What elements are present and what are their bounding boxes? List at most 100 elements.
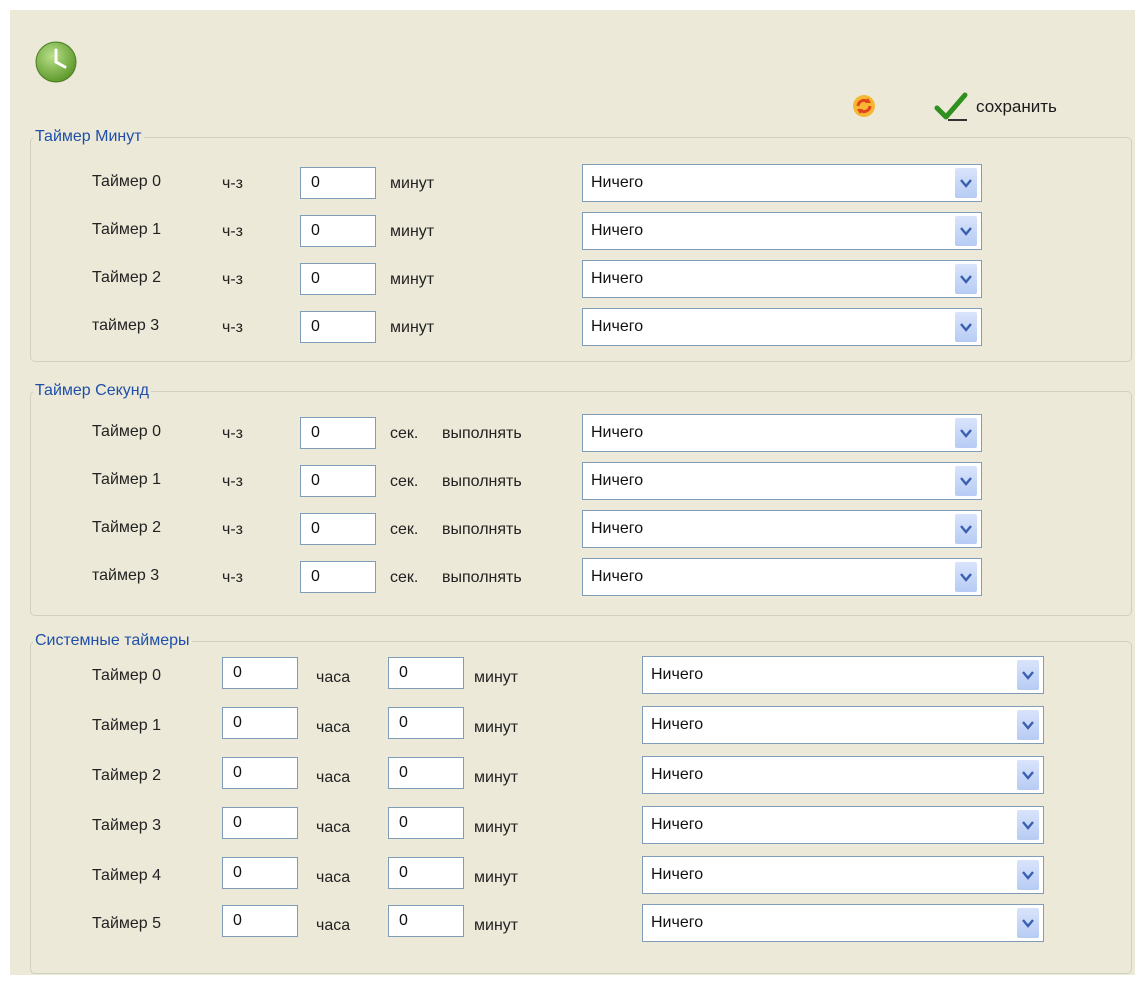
dropdown-value: Ничего (651, 866, 704, 883)
execute-label: выполнять (442, 473, 522, 490)
system-group-legend: Системные таймеры (35, 632, 190, 649)
action-select[interactable]: Ничего (582, 414, 982, 452)
timer-name-label: Таймер 5 (92, 915, 162, 932)
dropdown-arrow-button[interactable] (1017, 860, 1039, 890)
every-label: ч-з (222, 271, 243, 288)
chevron-down-icon (1022, 919, 1034, 928)
action-select[interactable]: Ничего (582, 558, 982, 596)
seconds-value-input[interactable] (300, 513, 376, 545)
dropdown-value: Ничего (591, 520, 644, 537)
dropdown-value: Ничего (591, 270, 644, 287)
dropdown-arrow-button[interactable] (1017, 660, 1039, 690)
execute-label: выполнять (442, 425, 522, 442)
minutes-value-input[interactable] (388, 657, 464, 689)
unit-label: сек. (390, 425, 419, 442)
action-select[interactable]: Ничего (582, 462, 982, 500)
chevron-down-icon (960, 573, 972, 582)
action-select[interactable]: Ничего (582, 164, 982, 202)
minutes-unit-label: минут (474, 769, 519, 786)
dropdown-arrow-button[interactable] (955, 216, 977, 246)
minutes-value-input[interactable] (388, 807, 464, 839)
dropdown-arrow-button[interactable] (955, 168, 977, 198)
unit-label: сек. (390, 569, 419, 586)
action-select[interactable]: Ничего (642, 904, 1044, 942)
execute-label: выполнять (442, 521, 522, 538)
hours-value-input[interactable] (222, 707, 298, 739)
refresh-button[interactable] (850, 92, 878, 120)
seconds-value-input[interactable] (300, 417, 376, 449)
dropdown-value: Ничего (591, 472, 644, 489)
dropdown-arrow-button[interactable] (955, 466, 977, 496)
dropdown-arrow-button[interactable] (955, 514, 977, 544)
settings-panel: сохранить Таймер Минут Таймер Секунд Сис… (10, 10, 1135, 975)
minutes-value-input[interactable] (388, 857, 464, 889)
dropdown-arrow-button[interactable] (955, 562, 977, 592)
every-label: ч-з (222, 175, 243, 192)
action-select[interactable]: Ничего (582, 260, 982, 298)
chevron-down-icon (960, 227, 972, 236)
hours-unit-label: часа (316, 819, 351, 836)
dropdown-value: Ничего (651, 766, 704, 783)
dropdown-value: Ничего (591, 222, 644, 239)
dropdown-arrow-button[interactable] (955, 264, 977, 294)
hours-unit-label: часа (316, 769, 351, 786)
minutes-value-input[interactable] (300, 167, 376, 199)
unit-label: минут (390, 175, 435, 192)
action-select[interactable]: Ничего (582, 308, 982, 346)
dropdown-arrow-button[interactable] (1017, 908, 1039, 938)
dropdown-value: Ничего (591, 318, 644, 335)
seconds-group-legend: Таймер Секунд (35, 382, 149, 399)
seconds-value-input[interactable] (300, 465, 376, 497)
save-label: сохранить (976, 97, 1057, 116)
hours-value-input[interactable] (222, 757, 298, 789)
unit-label: минут (390, 271, 435, 288)
unit-label: минут (390, 223, 435, 240)
dropdown-value: Ничего (651, 716, 704, 733)
chevron-down-icon (960, 525, 972, 534)
minutes-unit-label: минут (474, 917, 519, 934)
dropdown-value: Ничего (591, 174, 644, 191)
action-select[interactable]: Ничего (582, 510, 982, 548)
action-select[interactable]: Ничего (642, 706, 1044, 744)
timer-name-label: Таймер 2 (92, 519, 162, 536)
checkmark-icon (934, 92, 968, 121)
execute-label: выполнять (442, 569, 522, 586)
hours-value-input[interactable] (222, 905, 298, 937)
minutes-unit-label: минут (474, 869, 519, 886)
timer-name-label: Таймер 0 (92, 423, 162, 440)
minutes-value-input[interactable] (300, 215, 376, 247)
dropdown-arrow-button[interactable] (955, 418, 977, 448)
seconds-value-input[interactable] (300, 561, 376, 593)
hours-value-input[interactable] (222, 657, 298, 689)
action-select[interactable]: Ничего (642, 856, 1044, 894)
action-select[interactable]: Ничего (582, 212, 982, 250)
dropdown-arrow-button[interactable] (1017, 760, 1039, 790)
every-label: ч-з (222, 425, 243, 442)
minutes-unit-label: минут (474, 719, 519, 736)
minutes-value-input[interactable] (300, 263, 376, 295)
hours-value-input[interactable] (222, 857, 298, 889)
minutes-unit-label: минут (474, 669, 519, 686)
clock-icon (34, 40, 78, 84)
minutes-value-input[interactable] (388, 707, 464, 739)
dropdown-arrow-button[interactable] (1017, 810, 1039, 840)
timer-name-label: Таймер 1 (92, 471, 162, 488)
minutes-value-input[interactable] (388, 905, 464, 937)
timer-name-label: Таймер 3 (92, 817, 162, 834)
hours-unit-label: часа (316, 719, 351, 736)
every-label: ч-з (222, 473, 243, 490)
hours-value-input[interactable] (222, 807, 298, 839)
timer-name-label: Таймер 1 (92, 221, 162, 238)
action-select[interactable]: Ничего (642, 656, 1044, 694)
action-select[interactable]: Ничего (642, 756, 1044, 794)
every-label: ч-з (222, 319, 243, 336)
timer-name-label: Таймер 2 (92, 767, 162, 784)
minutes-value-input[interactable] (300, 311, 376, 343)
action-select[interactable]: Ничего (642, 806, 1044, 844)
dropdown-arrow-button[interactable] (955, 312, 977, 342)
minutes-value-input[interactable] (388, 757, 464, 789)
chevron-down-icon (960, 275, 972, 284)
unit-label: сек. (390, 521, 419, 538)
save-button[interactable]: сохранить (934, 92, 1057, 122)
dropdown-arrow-button[interactable] (1017, 710, 1039, 740)
